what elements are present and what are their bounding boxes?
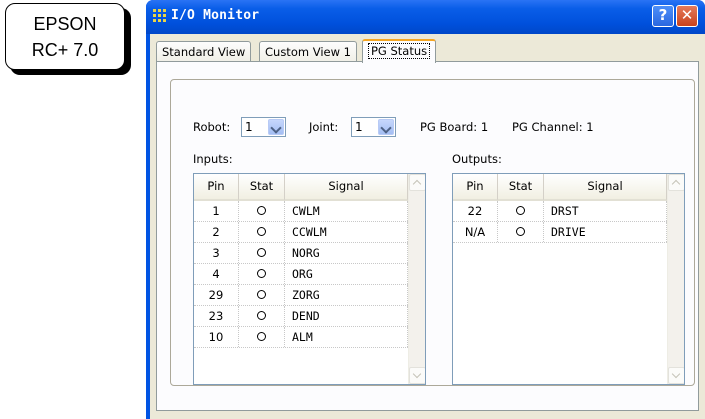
signal-cell: DRIVE <box>544 222 667 242</box>
close-button[interactable]: ✕ <box>676 5 698 27</box>
inputs-row[interactable]: 1 CWLM <box>194 201 408 222</box>
outputs-list-rows: 22 DRST N/A DRIVE <box>453 201 667 243</box>
badge-line-2: RC+ 7.0 <box>31 39 99 60</box>
tab-pg-status[interactable]: PG Status <box>362 39 437 63</box>
inputs-row[interactable]: 29 ZORG <box>194 285 408 306</box>
inputs-list-rows: 1 CWLM 2 CCWLM 3 NORG 4 ORG 29 ZORG 23 DEND 10 ALM <box>194 201 408 348</box>
signal-cell: DRST <box>544 201 667 221</box>
window-title: I/O Monitor <box>171 8 260 23</box>
help-button[interactable]: ? <box>652 5 674 27</box>
epson-badge: EPSON RC+ 7.0 <box>5 3 125 70</box>
robot-label: Robot: <box>193 120 231 134</box>
signal-cell: ORG <box>285 264 408 284</box>
robot-select[interactable]: 1 <box>241 117 286 137</box>
pg-channel-text: PG Channel: 1 <box>512 120 594 134</box>
stat-cell <box>239 222 285 242</box>
inputs-list[interactable]: Pin Stat Signal 1 CWLM 2 CCWLM 3 NORG 4 ORG 29 ZO… <box>193 173 426 385</box>
outputs-scrollbar[interactable] <box>667 174 684 384</box>
signal-cell: CWLM <box>285 201 408 221</box>
signal-cell: DEND <box>285 306 408 326</box>
pin-cell: 2 <box>194 222 239 242</box>
stat-cell <box>498 222 544 242</box>
inputs-scrollbar[interactable] <box>408 174 425 384</box>
pin-cell: 1 <box>194 201 239 221</box>
status-off-circle-icon <box>257 290 266 299</box>
outputs-list-header: Pin Stat Signal <box>453 174 667 201</box>
pin-cell: 3 <box>194 243 239 263</box>
status-off-circle-icon <box>257 227 266 236</box>
stat-cell <box>239 327 285 347</box>
pg-status-group: Robot: 1 Joint: 1 PG Board: 1 PG Channel… <box>170 79 695 386</box>
outputs-label: Outputs: <box>452 152 502 166</box>
outputs-row[interactable]: 22 DRST <box>453 201 667 222</box>
joint-select[interactable]: 1 <box>351 117 396 137</box>
pin-cell: 4 <box>194 264 239 284</box>
pin-cell: 23 <box>194 306 239 326</box>
inputs-row[interactable]: 3 NORG <box>194 243 408 264</box>
outputs-list[interactable]: Pin Stat Signal 22 DRST N/A DRIVE <box>452 173 685 385</box>
status-off-circle-icon <box>257 332 266 341</box>
column-header-stat[interactable]: Stat <box>239 174 285 201</box>
tab-pg-status-label: PG Status <box>368 43 431 59</box>
title-bar[interactable]: I/O Monitor ? ✕ <box>146 0 705 34</box>
column-header-pin[interactable]: Pin <box>194 174 239 201</box>
stat-cell <box>239 285 285 305</box>
inputs-row[interactable]: 10 ALM <box>194 327 408 348</box>
inputs-row[interactable]: 23 DEND <box>194 306 408 327</box>
stat-cell <box>239 264 285 284</box>
pin-cell: N/A <box>453 222 498 242</box>
chevron-down-icon[interactable] <box>378 119 394 135</box>
tab-standard-view[interactable]: Standard View <box>156 41 252 62</box>
scroll-down-icon[interactable] <box>409 367 425 384</box>
signal-cell: ZORG <box>285 285 408 305</box>
scroll-up-icon[interactable] <box>409 174 425 191</box>
outputs-row[interactable]: N/A DRIVE <box>453 222 667 243</box>
signal-cell: CCWLM <box>285 222 408 242</box>
chevron-down-icon[interactable] <box>268 119 284 135</box>
joint-label: Joint: <box>309 120 339 134</box>
column-header-stat[interactable]: Stat <box>498 174 544 201</box>
pin-cell: 22 <box>453 201 498 221</box>
inputs-row[interactable]: 4 ORG <box>194 264 408 285</box>
pg-status-panel: Robot: 1 Joint: 1 PG Board: 1 PG Channel… <box>156 61 699 411</box>
stat-cell <box>239 201 285 221</box>
pg-board-text: PG Board: 1 <box>420 120 489 134</box>
pin-cell: 29 <box>194 285 239 305</box>
stat-cell <box>498 201 544 221</box>
inputs-row[interactable]: 2 CCWLM <box>194 222 408 243</box>
stat-cell <box>239 306 285 326</box>
stat-cell <box>239 243 285 263</box>
window-client-area: Standard View Custom View 1 PG Status Ro… <box>150 34 705 419</box>
joint-select-value: 1 <box>355 120 363 134</box>
badge-line-1: EPSON <box>33 13 97 34</box>
signal-cell: ALM <box>285 327 408 347</box>
robot-select-value: 1 <box>245 120 253 134</box>
status-off-circle-icon <box>257 269 266 278</box>
status-off-circle-icon <box>257 248 266 257</box>
inputs-label: Inputs: <box>193 152 233 166</box>
tab-custom-view-1[interactable]: Custom View 1 <box>259 41 357 62</box>
status-off-circle-icon <box>516 206 525 215</box>
io-monitor-window: I/O Monitor ? ✕ Standard View Custom Vie… <box>146 0 705 419</box>
column-header-pin[interactable]: Pin <box>453 174 498 201</box>
signal-cell: NORG <box>285 243 408 263</box>
scroll-down-icon[interactable] <box>668 367 684 384</box>
inputs-list-header: Pin Stat Signal <box>194 174 408 201</box>
pin-cell: 10 <box>194 327 239 347</box>
status-off-circle-icon <box>516 227 525 236</box>
column-header-signal[interactable]: Signal <box>544 174 667 201</box>
status-off-circle-icon <box>257 311 266 320</box>
status-off-circle-icon <box>257 206 266 215</box>
column-header-signal[interactable]: Signal <box>285 174 408 201</box>
app-grid-icon <box>153 9 167 23</box>
scroll-up-icon[interactable] <box>668 174 684 191</box>
